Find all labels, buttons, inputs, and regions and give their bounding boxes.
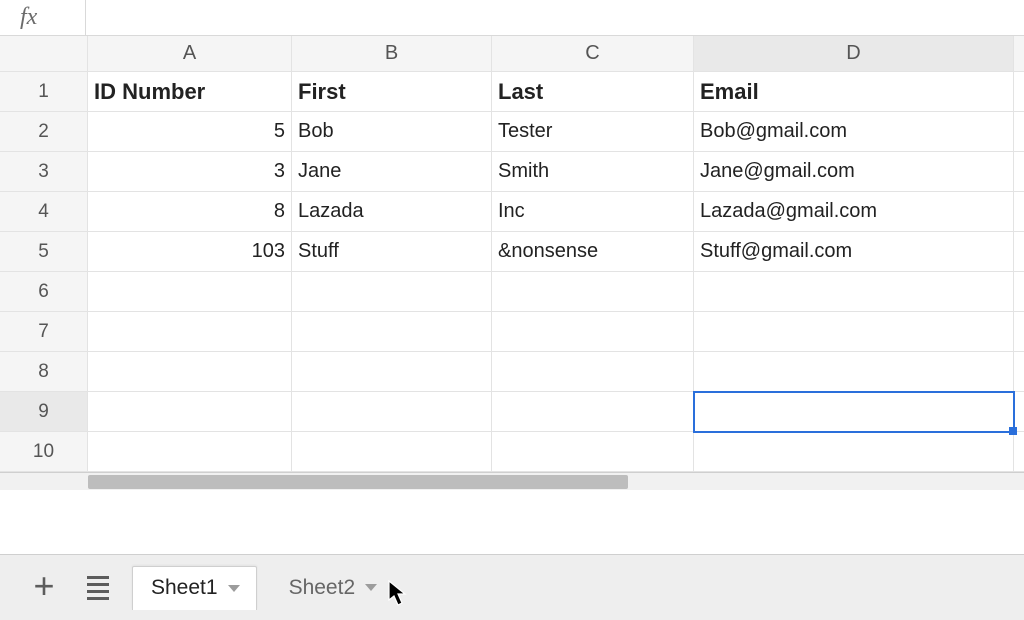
horizontal-scrollbar[interactable] <box>0 472 1024 490</box>
formula-input[interactable] <box>86 0 1024 35</box>
cell-D4[interactable]: Lazada@gmail.com <box>694 192 1014 232</box>
cell-B10[interactable] <box>292 432 492 472</box>
col-header-E[interactable] <box>1014 36 1024 72</box>
fx-label: fx <box>0 0 86 35</box>
cell-D10[interactable] <box>694 432 1014 472</box>
tab-label: Sheet2 <box>289 576 356 600</box>
scrollbar-thumb[interactable] <box>88 475 628 489</box>
cell-C1[interactable]: Last <box>492 72 694 112</box>
all-sheets-button[interactable] <box>78 568 118 608</box>
row-header-8[interactable]: 8 <box>0 352 88 392</box>
cell-E10[interactable] <box>1014 432 1024 472</box>
tab-sheet1[interactable]: Sheet1 <box>132 566 257 610</box>
cell-D3[interactable]: Jane@gmail.com <box>694 152 1014 192</box>
plus-icon: + <box>33 568 54 604</box>
tab-label: Sheet1 <box>151 576 218 600</box>
cell-A4[interactable]: 8 <box>88 192 292 232</box>
cell-A8[interactable] <box>88 352 292 392</box>
cell-A6[interactable] <box>88 272 292 312</box>
cell-B9[interactable] <box>292 392 492 432</box>
chevron-down-icon[interactable] <box>228 585 240 592</box>
cell-A9[interactable] <box>88 392 292 432</box>
cell-D5[interactable]: Stuff@gmail.com <box>694 232 1014 272</box>
cell-C7[interactable] <box>492 312 694 352</box>
cell-B4[interactable]: Lazada <box>292 192 492 232</box>
row-header-2[interactable]: 2 <box>0 112 88 152</box>
row-header-1[interactable]: 1 <box>0 72 88 112</box>
select-all-corner[interactable] <box>0 36 88 72</box>
cell-E7[interactable] <box>1014 312 1024 352</box>
add-sheet-button[interactable]: + <box>24 568 64 608</box>
cell-E1[interactable] <box>1014 72 1024 112</box>
cell-B5[interactable]: Stuff <box>292 232 492 272</box>
cell-E3[interactable] <box>1014 152 1024 192</box>
cell-B7[interactable] <box>292 312 492 352</box>
cell-D6[interactable] <box>694 272 1014 312</box>
cell-E9[interactable] <box>1014 392 1024 432</box>
cell-C2[interactable]: Tester <box>492 112 694 152</box>
cell-B6[interactable] <box>292 272 492 312</box>
cell-C6[interactable] <box>492 272 694 312</box>
col-header-B[interactable]: B <box>292 36 492 72</box>
row-header-6[interactable]: 6 <box>0 272 88 312</box>
col-header-C[interactable]: C <box>492 36 694 72</box>
cell-B2[interactable]: Bob <box>292 112 492 152</box>
cell-C9[interactable] <box>492 392 694 432</box>
cell-A7[interactable] <box>88 312 292 352</box>
cell-E6[interactable] <box>1014 272 1024 312</box>
cell-C10[interactable] <box>492 432 694 472</box>
row-header-7[interactable]: 7 <box>0 312 88 352</box>
cell-E5[interactable] <box>1014 232 1024 272</box>
tab-sheet2[interactable]: Sheet2 <box>271 566 394 610</box>
cell-C4[interactable]: Inc <box>492 192 694 232</box>
cell-C3[interactable]: Smith <box>492 152 694 192</box>
cell-D8[interactable] <box>694 352 1014 392</box>
cell-D1[interactable]: Email <box>694 72 1014 112</box>
cell-C5[interactable]: &nonsense <box>492 232 694 272</box>
cell-A1[interactable]: ID Number <box>88 72 292 112</box>
cell-B1[interactable]: First <box>292 72 492 112</box>
row-header-3[interactable]: 3 <box>0 152 88 192</box>
cell-B3[interactable]: Jane <box>292 152 492 192</box>
cell-E4[interactable] <box>1014 192 1024 232</box>
cell-A2[interactable]: 5 <box>88 112 292 152</box>
sheet-tab-bar: + Sheet1 Sheet2 <box>0 554 1024 620</box>
cell-C8[interactable] <box>492 352 694 392</box>
all-sheets-icon <box>87 576 109 600</box>
chevron-down-icon[interactable] <box>365 584 377 591</box>
row-header-4[interactable]: 4 <box>0 192 88 232</box>
formula-bar: fx <box>0 0 1024 36</box>
row-header-5[interactable]: 5 <box>0 232 88 272</box>
row-header-10[interactable]: 10 <box>0 432 88 472</box>
cell-D7[interactable] <box>694 312 1014 352</box>
cell-A10[interactable] <box>88 432 292 472</box>
cell-D9[interactable] <box>694 392 1014 432</box>
cell-B8[interactable] <box>292 352 492 392</box>
cell-E2[interactable] <box>1014 112 1024 152</box>
cell-D2[interactable]: Bob@gmail.com <box>694 112 1014 152</box>
cell-E8[interactable] <box>1014 352 1024 392</box>
spreadsheet-grid[interactable]: A B C D 1 ID Number First Last Email 2 5… <box>0 36 1024 472</box>
col-header-A[interactable]: A <box>88 36 292 72</box>
row-header-9[interactable]: 9 <box>0 392 88 432</box>
col-header-D[interactable]: D <box>694 36 1014 72</box>
cell-A5[interactable]: 103 <box>88 232 292 272</box>
cell-A3[interactable]: 3 <box>88 152 292 192</box>
